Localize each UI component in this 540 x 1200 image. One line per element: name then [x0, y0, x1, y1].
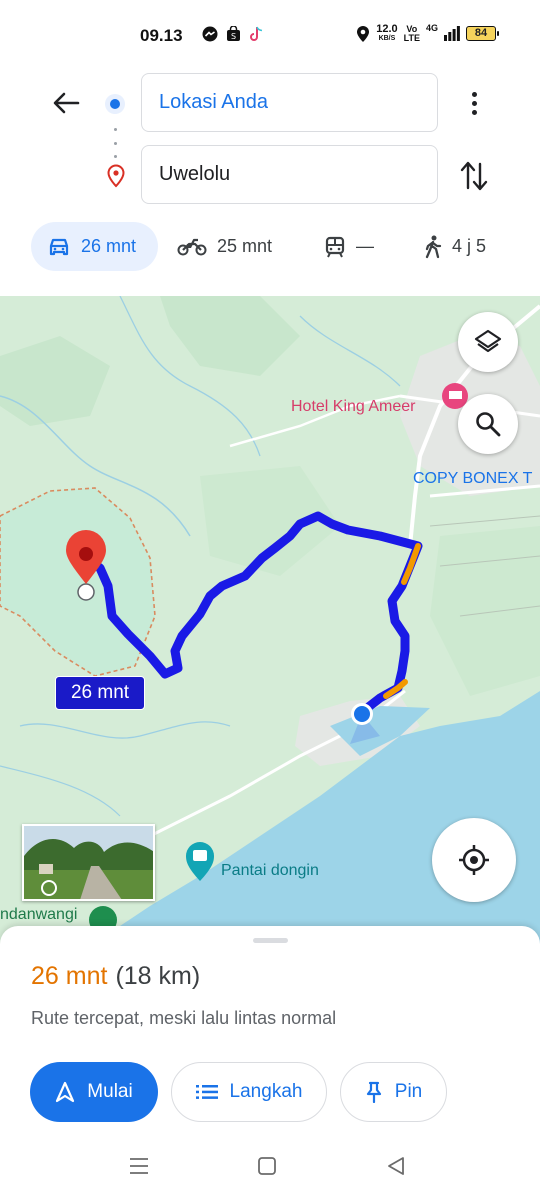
navigation-arrow-icon [56, 1081, 75, 1103]
destination-input[interactable]: Uwelolu [141, 145, 438, 204]
svg-text:S: S [231, 32, 236, 41]
poi-mangrove-label[interactable]: ndanwangi [0, 906, 77, 924]
pin-label: Pin [394, 1081, 423, 1102]
arrow-back-icon [53, 92, 80, 114]
origin-input[interactable]: Lokasi Anda [141, 73, 438, 132]
mode-car-tab[interactable]: 26 mnt [31, 222, 158, 271]
route-duration: 26 mnt [31, 962, 108, 990]
route-time-badge[interactable]: 26 mnt [55, 676, 145, 710]
travel-mode-bar: 26 mnt 25 mnt — 4 j 5 [0, 222, 540, 272]
pin-button[interactable]: Pin [340, 1062, 447, 1122]
net-speed: 12.0 KB/S [376, 23, 398, 43]
home-icon[interactable] [257, 1156, 277, 1176]
mode-walk-label: 4 j 5 [452, 236, 487, 256]
network-type: 4G [425, 23, 438, 33]
walk-icon [425, 235, 442, 258]
mode-transit-label: — [356, 236, 374, 256]
mode-transit-tab[interactable]: — [324, 222, 374, 271]
route-connector [114, 128, 117, 158]
street-view-thumbnail[interactable] [22, 824, 155, 901]
route-summary: 26 mnt (18 km) [31, 962, 200, 991]
start-label: Mulai [87, 1081, 133, 1102]
destination-pin-icon [107, 164, 125, 188]
swap-icon[interactable] [458, 158, 490, 194]
messenger-icon [202, 26, 218, 42]
location-icon [357, 25, 370, 42]
street-view-image [24, 826, 153, 899]
origin-dot-icon [105, 94, 125, 114]
recents-icon[interactable] [128, 1156, 150, 1176]
layers-icon [474, 329, 502, 353]
battery-indicator: 84 [466, 26, 499, 41]
map-view[interactable]: Hotel King Ameer COPY BONEX T Pantai don… [0, 296, 540, 956]
back-button[interactable] [48, 88, 84, 118]
status-right: 12.0 KB/S Vo LTE 4G 84 [356, 23, 499, 43]
status-time: 09.13 [140, 26, 183, 45]
status-bar: 09.13 S 12.0 KB/S Vo LTE 4G 84 [0, 0, 540, 70]
my-location-icon [459, 845, 489, 875]
my-location-button[interactable] [432, 818, 516, 902]
mode-walk-tab[interactable]: 4 j 5 [424, 222, 486, 271]
list-icon [195, 1085, 218, 1099]
steps-label: Langkah [229, 1081, 303, 1102]
mode-car-label: 26 mnt [81, 236, 137, 256]
car-icon [49, 238, 69, 255]
back-nav-icon[interactable] [386, 1156, 406, 1176]
map-search-button[interactable] [458, 394, 518, 454]
route-summary-sheet[interactable]: 26 mnt (18 km) Rute tercepat, meski lalu… [0, 926, 540, 1200]
steps-button[interactable]: Langkah [171, 1062, 327, 1122]
motorcycle-icon [177, 238, 207, 255]
route-description: Rute tercepat, meski lalu lintas normal [31, 1008, 337, 1028]
directions-header: Lokasi Anda Uwelolu 26 mnt 25 mnt — 4 j … [0, 70, 540, 296]
pin-icon [366, 1081, 381, 1103]
poi-hotel-label[interactable]: Hotel King Ameer [291, 398, 416, 416]
mode-motorcycle-label: 25 mnt [217, 236, 273, 256]
start-button[interactable]: Mulai [30, 1062, 158, 1122]
sheet-drag-handle[interactable] [253, 938, 288, 943]
route-distance: (18 km) [115, 962, 201, 990]
tiktok-icon [250, 26, 263, 41]
layers-button[interactable] [458, 312, 518, 372]
signal-icon [444, 26, 460, 41]
shopping-bag-icon: S [227, 26, 240, 41]
poi-beach-label[interactable]: Pantai dongin [221, 862, 319, 880]
poi-copy-label[interactable]: COPY BONEX T [413, 470, 532, 488]
volte-indicator: Vo LTE [403, 23, 420, 43]
more-options-button[interactable] [462, 86, 486, 120]
mode-motorcycle-tab[interactable]: 25 mnt [177, 222, 272, 271]
notification-icons: S [202, 26, 264, 42]
transit-icon [325, 236, 345, 257]
search-icon [476, 412, 501, 437]
